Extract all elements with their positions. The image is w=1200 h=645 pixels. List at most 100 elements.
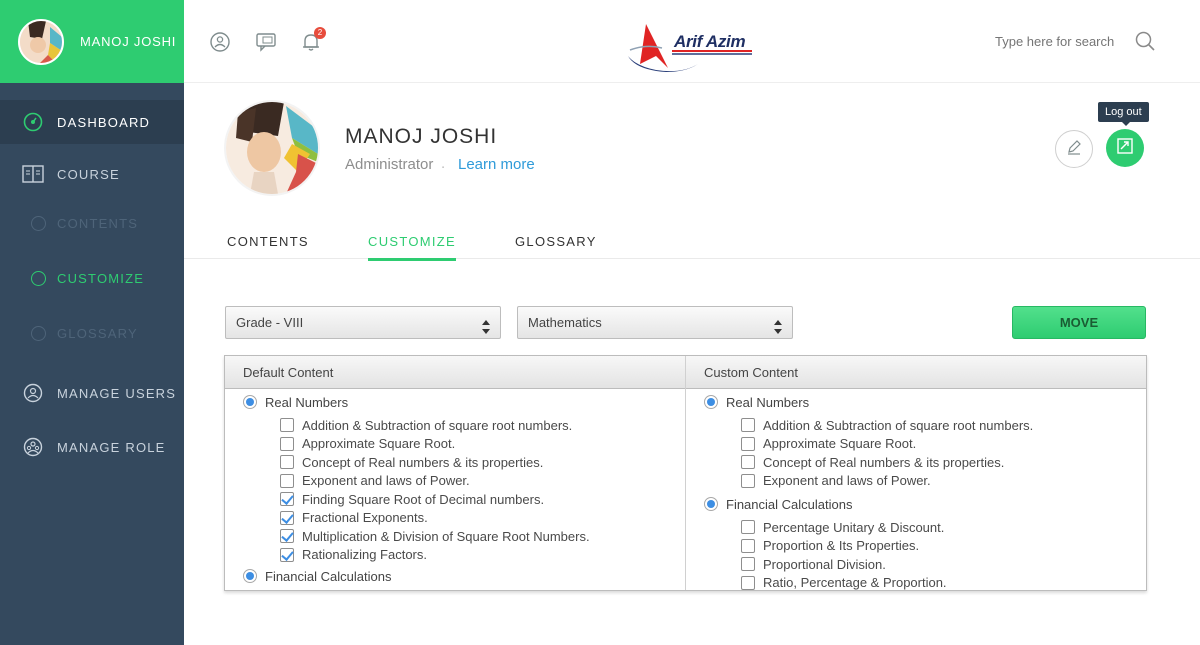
- checkbox[interactable]: [280, 473, 294, 488]
- tab-glossary[interactable]: GLOSSARY: [515, 234, 597, 258]
- move-button[interactable]: MOVE: [1012, 306, 1146, 339]
- list-item: Proportional Division.: [686, 555, 1146, 574]
- circle-icon: [31, 216, 46, 231]
- sidebar-item-label: MANAGE USERS: [57, 385, 177, 401]
- logout-button[interactable]: [1106, 129, 1144, 167]
- sidebar-item-manage-users[interactable]: MANAGE USERS: [0, 366, 184, 420]
- list-item: Approximate Square Root.: [225, 435, 685, 454]
- sidebar-item-label: GLOSSARY: [57, 326, 138, 341]
- pencil-icon: [1066, 139, 1082, 160]
- sidebar-item-label: COURSE: [57, 166, 120, 182]
- checkbox-checked[interactable]: [280, 510, 294, 525]
- list-item-label: Approximate Square Root.: [302, 436, 456, 452]
- radio-button[interactable]: [704, 395, 718, 409]
- group-title-label: Real Numbers: [265, 394, 349, 410]
- profile-avatar: [224, 100, 320, 196]
- list-item-label: Addition & Subtraction of square root nu…: [302, 417, 573, 433]
- list-item: Proportion & Its Properties.: [686, 537, 1146, 556]
- checkbox[interactable]: [741, 557, 755, 572]
- list-item: Multiplication & Division of Square Root…: [225, 527, 685, 546]
- avatar: [18, 18, 64, 65]
- radio-button[interactable]: [704, 497, 718, 511]
- search-input[interactable]: [995, 34, 1125, 49]
- bell-icon[interactable]: 2: [300, 27, 326, 53]
- checkbox[interactable]: [741, 575, 755, 590]
- list-item-label: Percentage Unitary & Discount.: [763, 519, 945, 535]
- user-circle-icon[interactable]: [209, 31, 231, 53]
- logo[interactable]: Arif Azim: [626, 20, 756, 76]
- checkbox[interactable]: [280, 418, 294, 433]
- radio-button[interactable]: [243, 395, 257, 409]
- custom-content-panel: Custom Content Real Numbers Addition & S…: [686, 356, 1146, 590]
- list-item: Approximate Square Root.: [686, 435, 1146, 454]
- checkbox[interactable]: [741, 473, 755, 488]
- logo-text: Arif Azim: [674, 32, 746, 51]
- tab-bar: CONTENTS CUSTOMIZE GLOSSARY: [184, 222, 1200, 261]
- custom-content-header: Custom Content: [686, 356, 1146, 389]
- list-item-label: Finding Square Root of Decimal numbers.: [302, 491, 545, 507]
- checkbox[interactable]: [280, 436, 294, 451]
- chat-icon[interactable]: [255, 31, 277, 53]
- tab-customize[interactable]: CUSTOMIZE: [368, 234, 457, 261]
- checkbox[interactable]: [741, 538, 755, 553]
- content-group: Real Numbers Addition & Subtraction of s…: [686, 391, 1146, 490]
- profile-role: Administrator: [345, 156, 434, 173]
- content-panels: Default Content Real Numbers Addition & …: [224, 355, 1147, 591]
- sidebar-item-label: DASHBOARD: [57, 114, 151, 130]
- radio-button[interactable]: [243, 569, 257, 583]
- learn-more-link[interactable]: Learn more: [458, 156, 535, 173]
- checkbox[interactable]: [741, 436, 755, 451]
- separator-dot: .: [441, 155, 446, 172]
- content-group: Financial Calculations Percentage Unitar…: [686, 493, 1146, 590]
- checkbox-checked[interactable]: [280, 492, 294, 507]
- role-icon: [22, 436, 44, 458]
- content-group: Real Numbers Addition & Subtraction of s…: [225, 391, 685, 564]
- group-title-label: Real Numbers: [726, 394, 810, 410]
- tab-contents[interactable]: CONTENTS: [227, 234, 309, 258]
- sidebar-item-manage-role[interactable]: MANAGE ROLE: [0, 420, 184, 474]
- top-bar: 2 Arif Azim: [184, 0, 1200, 83]
- logout-icon: [1116, 137, 1134, 160]
- sidebar-subitem-customize[interactable]: CUSTOMIZE: [0, 251, 184, 306]
- book-icon: [22, 163, 44, 185]
- list-item-label: Ratio, Percentage & Proportion.: [763, 575, 947, 590]
- search-icon[interactable]: [1134, 30, 1156, 52]
- sidebar: MANOJ JOSHI DASHBOARD COURSE CONTENTS CU…: [0, 0, 184, 645]
- list-item-label: Addition & Subtraction of square root nu…: [763, 417, 1034, 433]
- list-item: Concept of Real numbers & its properties…: [225, 453, 685, 472]
- list-item: Percentage Unitary & Discount.: [686, 518, 1146, 537]
- sidebar-item-label: MANAGE ROLE: [57, 439, 166, 455]
- profile-name: MANOJ JOSHI: [345, 125, 498, 148]
- checkbox[interactable]: [741, 455, 755, 470]
- sidebar-user[interactable]: MANOJ JOSHI: [0, 0, 184, 83]
- grade-select[interactable]: Grade - VIII: [225, 306, 501, 339]
- sidebar-subitem-contents[interactable]: CONTENTS: [0, 196, 184, 251]
- group-title: Real Numbers: [225, 391, 685, 413]
- list-item-label: Concept of Real numbers & its properties…: [763, 454, 1005, 470]
- list-item: Addition & Subtraction of square root nu…: [225, 416, 685, 435]
- list-item-label: Concept of Real numbers & its properties…: [302, 454, 544, 470]
- group-title: Financial Calculations: [686, 493, 1146, 515]
- list-item: Finding Square Root of Decimal numbers.: [225, 490, 685, 509]
- subject-select[interactable]: Mathematics: [517, 306, 793, 339]
- notification-badge: 2: [314, 27, 326, 39]
- sidebar-item-dashboard[interactable]: DASHBOARD: [0, 100, 184, 144]
- checkbox-checked[interactable]: [280, 529, 294, 544]
- default-content-header: Default Content: [225, 356, 685, 389]
- checkbox[interactable]: [280, 455, 294, 470]
- checkbox[interactable]: [741, 418, 755, 433]
- list-item-label: Exponent and laws of Power.: [763, 473, 931, 489]
- list-item: Concept of Real numbers & its properties…: [686, 453, 1146, 472]
- users-icon: [22, 382, 44, 404]
- checkbox-checked[interactable]: [280, 547, 294, 562]
- list-item-label: Multiplication & Division of Square Root…: [302, 528, 590, 544]
- checkbox[interactable]: [741, 520, 755, 535]
- list-item: Addition & Subtraction of square root nu…: [686, 416, 1146, 435]
- edit-button[interactable]: [1055, 130, 1093, 168]
- sidebar-item-course[interactable]: COURSE: [0, 152, 184, 196]
- sidebar-subitem-glossary[interactable]: GLOSSARY: [0, 306, 184, 361]
- logout-tooltip: Log out: [1098, 102, 1149, 126]
- dashboard-icon: [22, 111, 44, 133]
- list-item: Ratio, Percentage & Proportion.: [686, 574, 1146, 590]
- list-item-label: Exponent and laws of Power.: [302, 473, 470, 489]
